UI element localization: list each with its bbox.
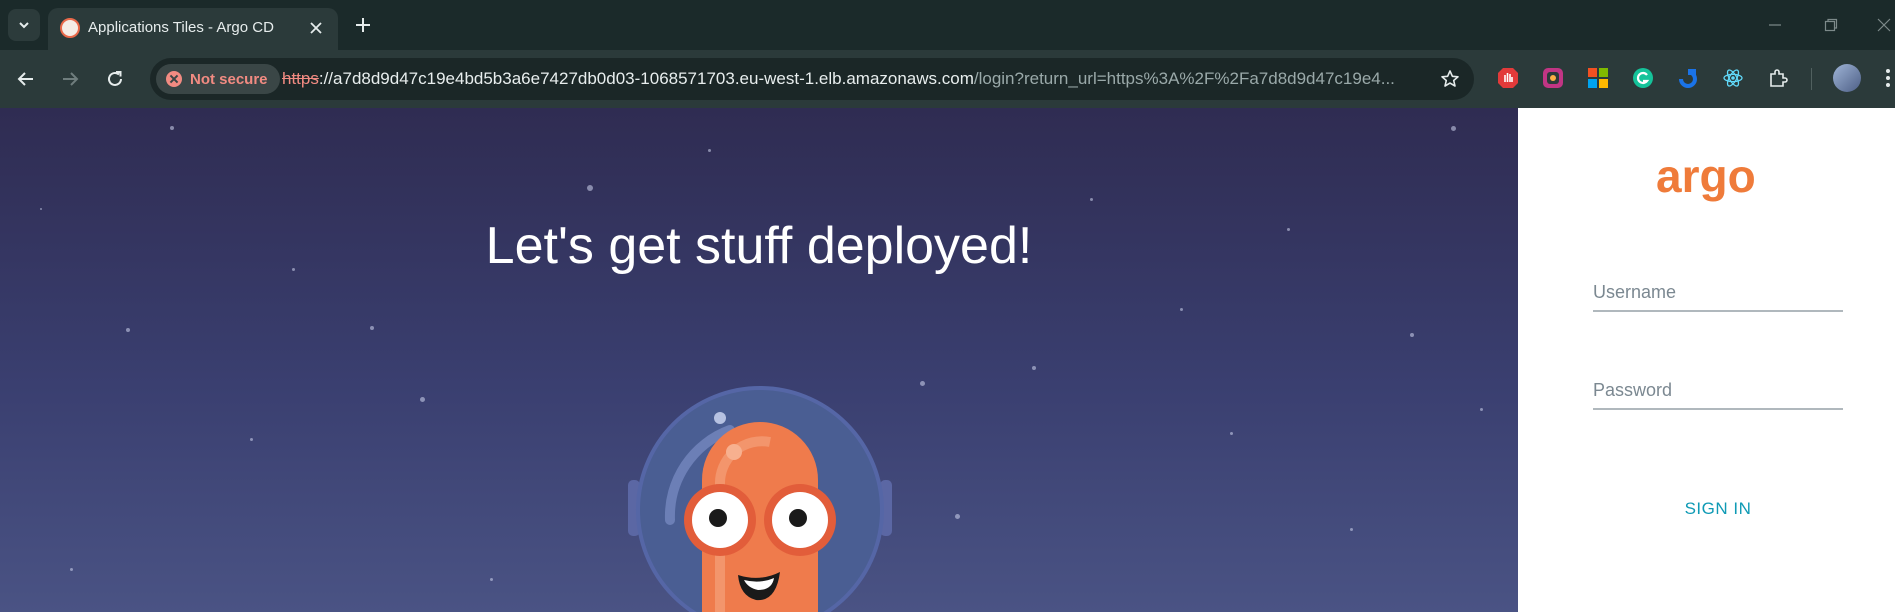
url-scheme: https: [282, 69, 319, 88]
close-icon: [310, 22, 322, 34]
restore-icon: [1824, 18, 1838, 32]
argo-favicon-icon: [60, 18, 80, 38]
not-secure-icon: [166, 71, 182, 87]
close-window-button[interactable]: [1872, 10, 1895, 40]
tab-close-button[interactable]: [304, 16, 328, 40]
extensions-puzzle-icon[interactable]: [1766, 66, 1790, 90]
toolbar-separator: [1811, 68, 1812, 90]
new-tab-button[interactable]: [348, 10, 378, 40]
minimize-icon: [1769, 24, 1781, 26]
plus-icon: [356, 18, 370, 32]
forward-button[interactable]: [54, 63, 86, 95]
reload-icon: [108, 71, 122, 86]
security-chip[interactable]: Not secure: [156, 64, 280, 94]
password-field[interactable]: [1593, 372, 1843, 410]
chevron-down-icon: [19, 22, 29, 29]
url-host: ://a7d8d9d47c19e4bd5b3a6e7427db0d03-1068…: [318, 69, 974, 88]
grammarly-extension-icon[interactable]: [1631, 66, 1655, 90]
tab-title: Applications Tiles - Argo CD: [88, 19, 274, 36]
restore-button[interactable]: [1816, 10, 1846, 40]
blue-extension-icon[interactable]: [1676, 66, 1700, 90]
back-button[interactable]: [10, 63, 42, 95]
back-arrow-icon: [17, 72, 33, 86]
argo-mascot-illustration: [628, 386, 892, 612]
microsoft-extension-icon[interactable]: [1586, 66, 1610, 90]
login-panel: argo SIGN IN: [1518, 108, 1895, 612]
profile-avatar[interactable]: [1833, 64, 1861, 92]
tab-bar: Applications Tiles - Argo CD: [0, 0, 1895, 50]
security-label: Not secure: [190, 70, 268, 88]
minimize-button[interactable]: [1760, 10, 1790, 40]
address-bar[interactable]: Not secure https://a7d8d9d47c19e4bd5b3a6…: [150, 58, 1474, 100]
argo-logo: argo: [1656, 152, 1756, 202]
username-input[interactable]: [1593, 274, 1843, 310]
sign-in-button[interactable]: SIGN IN: [1593, 492, 1843, 526]
more-menu-icon: [1885, 69, 1890, 87]
forward-arrow-icon: [63, 72, 79, 86]
colorful-extension-icon[interactable]: [1541, 66, 1565, 90]
more-menu-button[interactable]: [1880, 66, 1895, 90]
hero-panel: Let's get stuff deployed!: [0, 108, 1518, 612]
reload-button[interactable]: [99, 63, 131, 95]
browser-toolbar: Not secure https://a7d8d9d47c19e4bd5b3a6…: [0, 50, 1895, 108]
url-text[interactable]: https://a7d8d9d47c19e4bd5b3a6e7427db0d03…: [282, 69, 1402, 89]
star-icon: [1441, 70, 1459, 87]
react-devtools-icon[interactable]: [1721, 66, 1745, 90]
active-tab[interactable]: Applications Tiles - Argo CD: [48, 8, 338, 50]
adblock-extension-icon[interactable]: [1496, 66, 1520, 90]
page-content: Let's get stuff deployed! argo Username …: [0, 108, 1895, 612]
svg-text:argo: argo: [1656, 152, 1756, 202]
password-input[interactable]: [1593, 372, 1843, 408]
tab-search-button[interactable]: [8, 9, 40, 41]
close-window-icon: [1877, 18, 1890, 32]
username-field[interactable]: [1593, 274, 1843, 312]
url-path: /login?return_url=https%3A%2F%2Fa7d8d9d4…: [973, 69, 1395, 88]
bookmark-button[interactable]: [1438, 67, 1462, 91]
hero-title: Let's get stuff deployed!: [485, 217, 1033, 275]
